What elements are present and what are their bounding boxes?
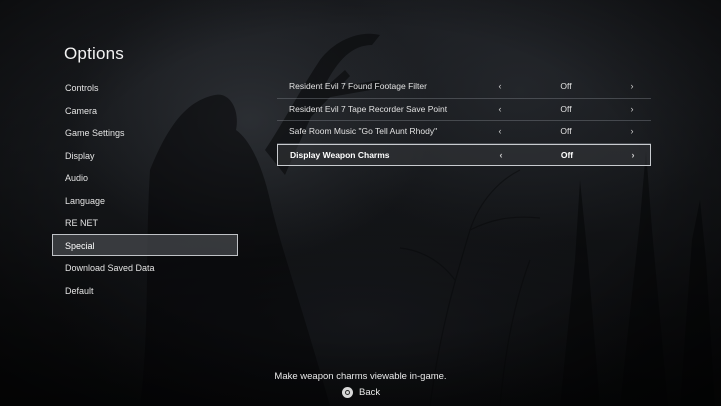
- option-value: Off: [560, 149, 574, 160]
- menu-item-audio[interactable]: Audio: [52, 166, 238, 189]
- right-arrow-icon[interactable]: ›: [627, 121, 637, 142]
- right-arrow-icon[interactable]: ›: [628, 145, 638, 166]
- left-arrow-icon[interactable]: ‹: [495, 121, 505, 142]
- menu-item-controls[interactable]: Controls: [52, 76, 238, 99]
- option-label: Resident Evil 7 Found Footage Filter: [289, 81, 427, 91]
- special-options-list: Resident Evil 7 Found Footage Filter ‹ O…: [277, 76, 651, 166]
- menu-item-special[interactable]: Special: [52, 233, 238, 256]
- circle-button-icon: [342, 386, 353, 398]
- option-row-tape-recorder-save-point[interactable]: Resident Evil 7 Tape Recorder Save Point…: [277, 99, 651, 121]
- option-description: Make weapon charms viewable in-game.: [274, 371, 447, 382]
- option-label: Safe Room Music "Go Tell Aunt Rhody": [289, 126, 438, 136]
- menu-item-game-settings[interactable]: Game Settings: [52, 121, 238, 144]
- right-arrow-icon[interactable]: ›: [627, 99, 637, 120]
- left-arrow-icon[interactable]: ‹: [495, 99, 505, 120]
- option-value: Off: [560, 103, 572, 114]
- options-menu: Controls Camera Game Settings Display Au…: [52, 76, 238, 301]
- option-label: Display Weapon Charms: [290, 149, 390, 160]
- left-arrow-icon[interactable]: ‹: [495, 76, 505, 97]
- option-row-safe-room-music[interactable]: Safe Room Music "Go Tell Aunt Rhody" ‹ O…: [277, 121, 651, 144]
- option-row-found-footage-filter[interactable]: Resident Evil 7 Found Footage Filter ‹ O…: [277, 76, 651, 99]
- option-row-display-weapon-charms[interactable]: Display Weapon Charms ‹ Off ›: [277, 143, 651, 166]
- left-arrow-icon[interactable]: ‹: [496, 145, 506, 166]
- right-arrow-icon[interactable]: ›: [627, 76, 637, 97]
- menu-item-camera[interactable]: Camera: [52, 99, 238, 122]
- page-title: Options: [64, 44, 124, 63]
- back-button[interactable]: Back: [342, 385, 380, 399]
- back-label: Back: [359, 386, 381, 398]
- option-value: Off: [560, 81, 572, 91]
- menu-item-download-saved-data[interactable]: Download Saved Data: [52, 256, 238, 279]
- menu-item-re-net[interactable]: RE NET: [52, 211, 238, 234]
- menu-item-display[interactable]: Display: [52, 144, 238, 167]
- options-screen: Options Controls Camera Game Settings Di…: [0, 0, 721, 406]
- menu-item-default[interactable]: Default: [52, 279, 238, 302]
- menu-item-language[interactable]: Language: [52, 189, 238, 212]
- option-label: Resident Evil 7 Tape Recorder Save Point: [289, 103, 448, 114]
- option-value: Off: [560, 126, 572, 136]
